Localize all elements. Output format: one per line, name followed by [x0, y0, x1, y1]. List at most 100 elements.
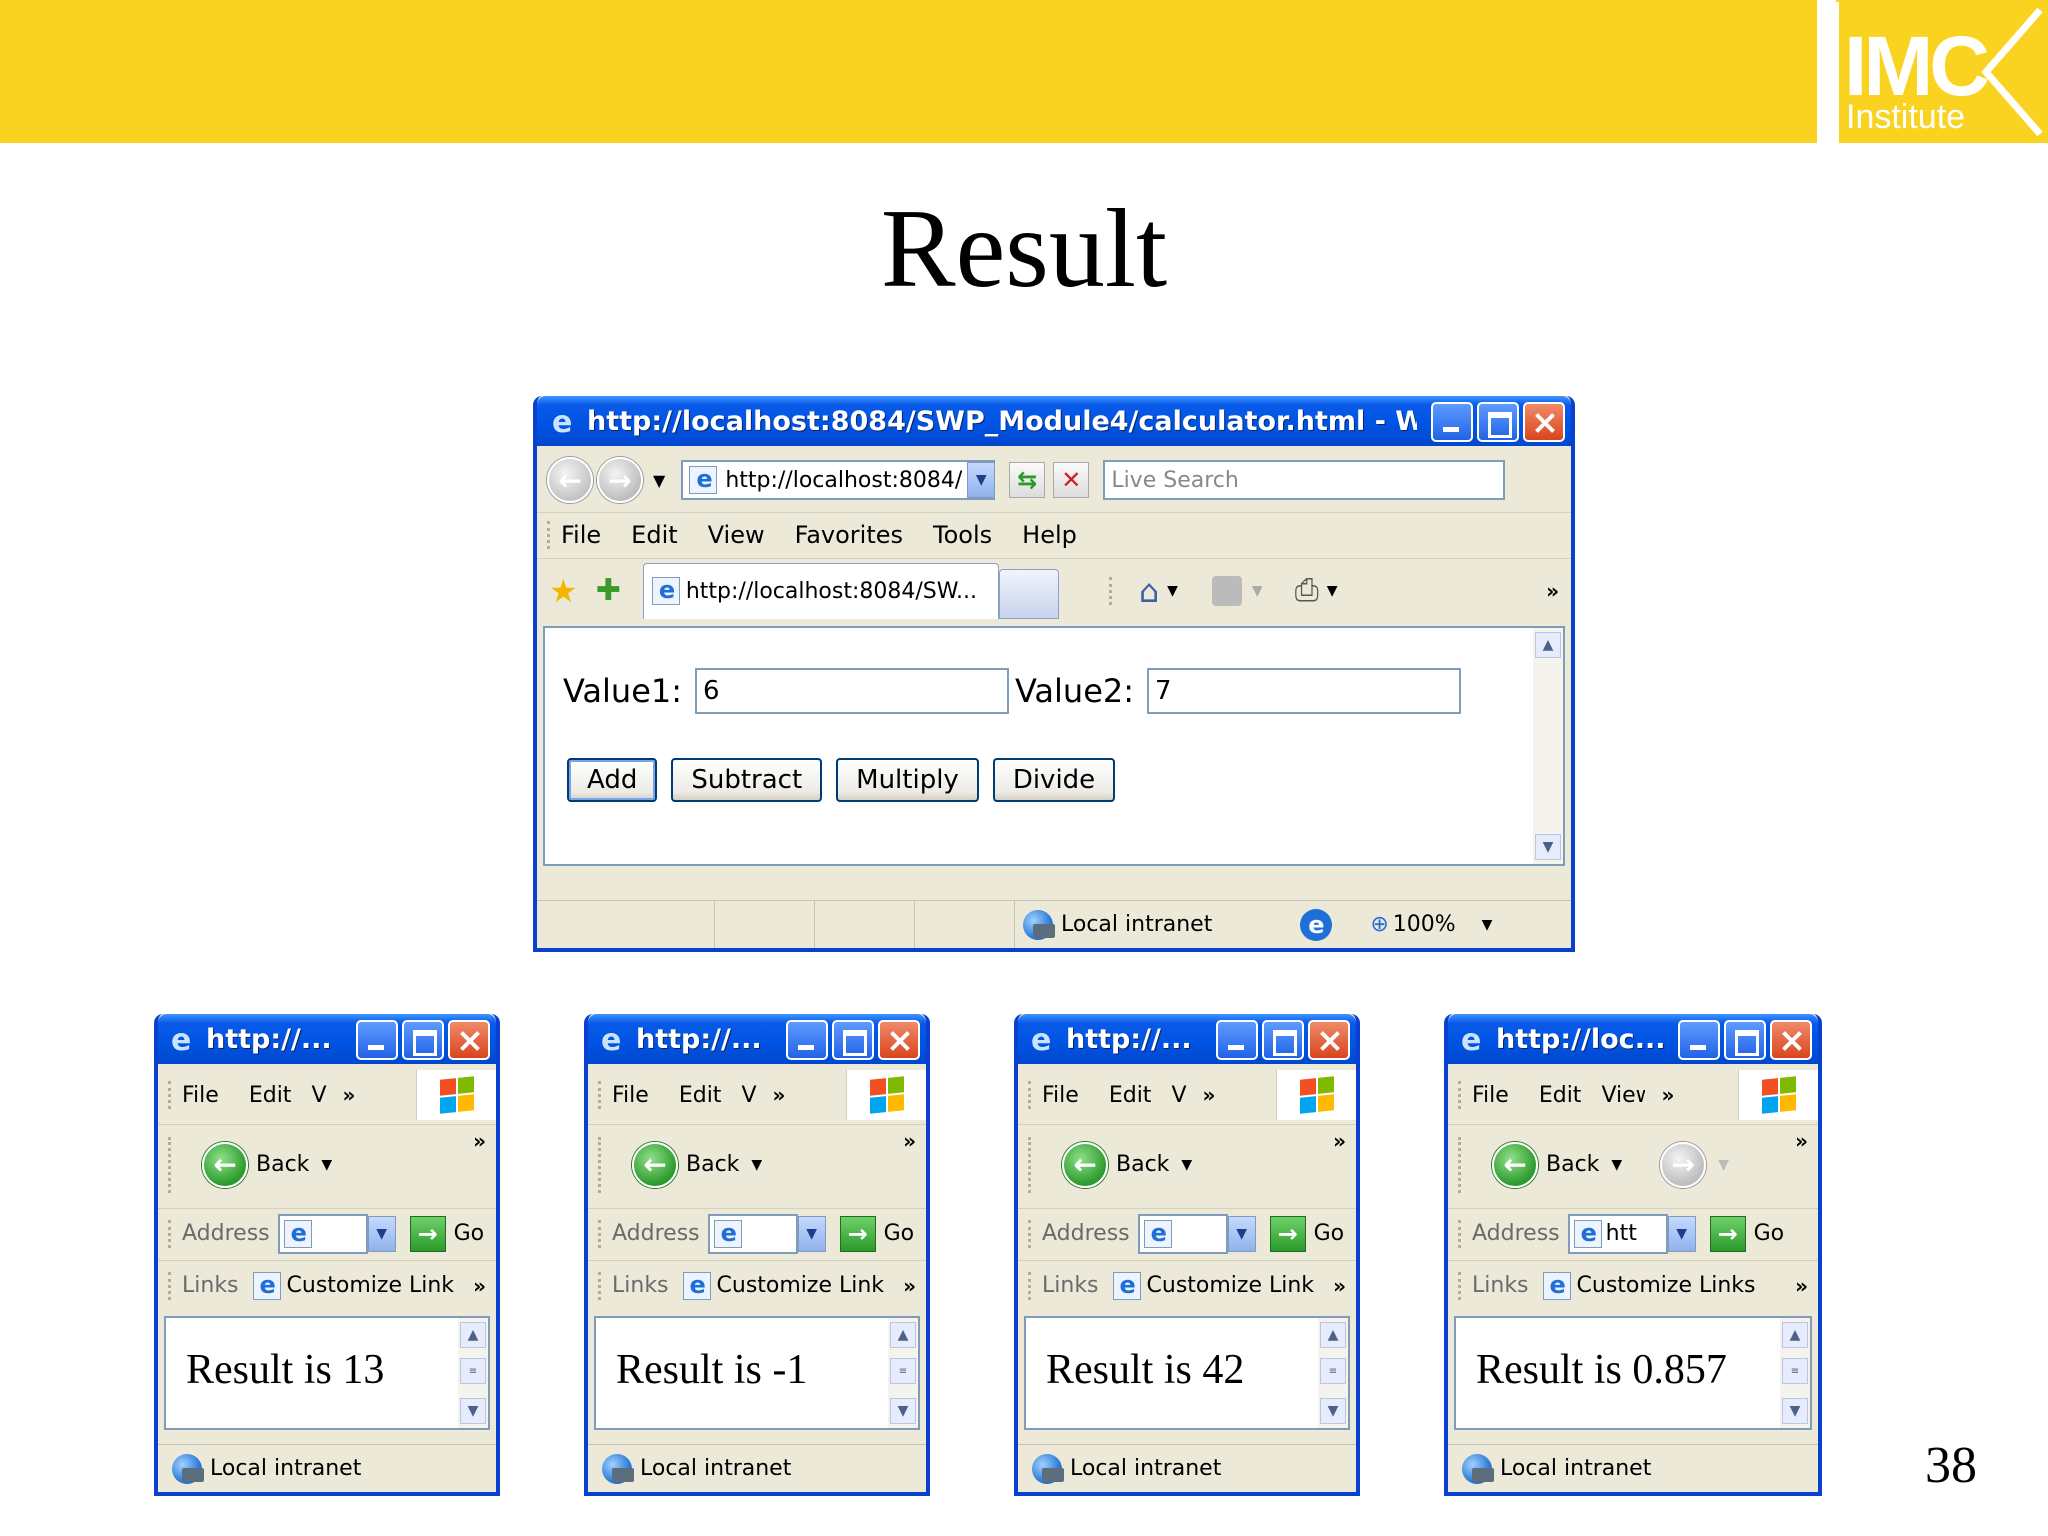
menu-file[interactable]: File — [561, 521, 601, 549]
customize-links[interactable]: Customize Links — [1577, 1273, 1756, 1298]
back-arrow-icon[interactable]: ← — [1492, 1141, 1538, 1188]
add-button[interactable]: Add — [567, 758, 658, 802]
toolbar-overflow-icon[interactable]: » — [1546, 579, 1559, 603]
divide-button[interactable]: Divide — [992, 758, 1116, 802]
menu-view[interactable]: V — [741, 1083, 756, 1108]
home-dropdown-icon[interactable]: ▼ — [1167, 583, 1178, 599]
menu-edit[interactable]: Edit — [1539, 1083, 1582, 1108]
scroll-up-icon[interactable]: ▲ — [1535, 632, 1561, 658]
multiply-button[interactable]: Multiply — [836, 758, 979, 802]
scroll-thumb[interactable]: ≡ — [460, 1358, 486, 1384]
menu-file[interactable]: File — [1042, 1083, 1079, 1108]
maximize-button[interactable] — [1724, 1020, 1766, 1060]
address-field[interactable] — [1137, 1213, 1228, 1254]
go-arrow-icon[interactable]: → — [1709, 1215, 1746, 1252]
menu-help[interactable]: Help — [1022, 521, 1077, 549]
customize-links[interactable]: Customize Link — [1147, 1273, 1315, 1298]
close-button[interactable] — [878, 1020, 920, 1060]
print-icon[interactable]: ⎙ — [1295, 573, 1319, 608]
scroll-down-icon[interactable]: ▼ — [1320, 1398, 1346, 1424]
address-field[interactable] — [277, 1213, 368, 1254]
value2-input[interactable]: 7 — [1147, 668, 1461, 714]
menu-edit[interactable]: Edit — [631, 521, 677, 549]
stop-icon[interactable]: ✕ — [1053, 462, 1090, 498]
scroll-up-icon[interactable]: ▲ — [890, 1322, 916, 1348]
close-button[interactable] — [1770, 1020, 1812, 1060]
close-button[interactable] — [1523, 402, 1565, 442]
favorites-star-icon[interactable]: ★ — [549, 572, 578, 610]
tab-calculator[interactable]: http://localhost:8084/SW... — [642, 562, 999, 619]
window-titlebar[interactable]: e http://... — [158, 1014, 496, 1064]
address-field[interactable] — [707, 1213, 798, 1254]
menu-view[interactable]: View — [1601, 1083, 1645, 1108]
back-label[interactable]: Back — [256, 1152, 309, 1177]
links-overflow-icon[interactable]: » — [903, 1274, 916, 1298]
close-button[interactable] — [1308, 1020, 1350, 1060]
maximize-button[interactable] — [1477, 402, 1519, 442]
customize-links[interactable]: Customize Link — [717, 1273, 885, 1298]
vertical-scrollbar[interactable]: ▲ ▼ — [1533, 628, 1563, 864]
back-dropdown-icon[interactable]: ▼ — [1611, 1157, 1622, 1173]
nav-overflow-icon[interactable]: » — [903, 1129, 916, 1153]
close-button[interactable] — [448, 1020, 490, 1060]
refresh-icon[interactable]: ⇆ — [1009, 462, 1046, 498]
scroll-thumb[interactable]: ≡ — [1320, 1358, 1346, 1384]
window-titlebar[interactable]: e http://localhost:8084/SWP_Module4/calc… — [537, 396, 1571, 446]
menu-view[interactable]: V — [311, 1083, 326, 1108]
go-button[interactable]: Go — [1754, 1221, 1785, 1246]
menu-favorites[interactable]: Favorites — [795, 521, 903, 549]
feeds-icon[interactable] — [1211, 575, 1242, 606]
menu-overflow-icon[interactable]: » — [773, 1083, 786, 1107]
nav-overflow-icon[interactable]: » — [1795, 1129, 1808, 1153]
go-button[interactable]: Go — [1314, 1221, 1345, 1246]
feeds-dropdown-icon[interactable]: ▼ — [1252, 583, 1263, 599]
address-dropdown-icon[interactable]: ▼ — [967, 462, 996, 498]
back-label[interactable]: Back — [686, 1152, 739, 1177]
zoom-dropdown-icon[interactable]: ▼ — [1482, 917, 1493, 933]
back-arrow-icon[interactable]: ← — [1062, 1141, 1108, 1188]
window-titlebar[interactable]: e http://... — [588, 1014, 926, 1064]
zoom-icon[interactable]: ⊕ — [1370, 912, 1388, 937]
address-field[interactable]: http://localhost:8084/ — [681, 460, 996, 500]
scroll-up-icon[interactable]: ▲ — [460, 1322, 486, 1348]
history-dropdown-icon[interactable]: ▼ — [653, 471, 665, 490]
window-titlebar[interactable]: e http://... — [1018, 1014, 1356, 1064]
vertical-scrollbar[interactable]: ▲ ≡ ▼ — [1318, 1318, 1348, 1428]
zoom-level[interactable]: 100% — [1393, 912, 1456, 937]
menu-overflow-icon[interactable]: » — [343, 1083, 356, 1107]
maximize-button[interactable] — [402, 1020, 444, 1060]
go-button[interactable]: Go — [884, 1221, 915, 1246]
forward-arrow-icon[interactable]: → — [597, 457, 643, 503]
back-dropdown-icon[interactable]: ▼ — [321, 1157, 332, 1173]
vertical-scrollbar[interactable]: ▲ ≡ ▼ — [1780, 1318, 1810, 1428]
home-icon[interactable]: ⌂ — [1139, 572, 1159, 610]
forward-arrow-icon[interactable]: → — [1660, 1141, 1707, 1188]
scroll-down-icon[interactable]: ▼ — [1782, 1398, 1808, 1424]
menu-view[interactable]: V — [1171, 1083, 1186, 1108]
menu-overflow-icon[interactable]: » — [1661, 1083, 1674, 1107]
back-label[interactable]: Back — [1116, 1152, 1169, 1177]
scroll-down-icon[interactable]: ▼ — [890, 1398, 916, 1424]
scroll-up-icon[interactable]: ▲ — [1320, 1322, 1346, 1348]
menu-view[interactable]: View — [708, 521, 765, 549]
scroll-up-icon[interactable]: ▲ — [1782, 1322, 1808, 1348]
menu-overflow-icon[interactable]: » — [1203, 1083, 1216, 1107]
links-overflow-icon[interactable]: » — [1795, 1274, 1808, 1298]
add-favorite-icon[interactable]: ✚ — [596, 573, 621, 608]
back-arrow-icon[interactable]: ← — [547, 457, 593, 503]
menu-edit[interactable]: Edit — [249, 1083, 292, 1108]
go-arrow-icon[interactable]: → — [409, 1215, 446, 1252]
back-dropdown-icon[interactable]: ▼ — [1181, 1157, 1192, 1173]
live-search-input[interactable]: Live Search — [1103, 460, 1506, 500]
address-field[interactable]: htt — [1567, 1213, 1668, 1254]
menu-edit[interactable]: Edit — [679, 1083, 722, 1108]
print-dropdown-icon[interactable]: ▼ — [1327, 583, 1338, 599]
minimize-button[interactable] — [1678, 1020, 1720, 1060]
maximize-button[interactable] — [1262, 1020, 1304, 1060]
scroll-thumb[interactable]: ≡ — [890, 1358, 916, 1384]
minimize-button[interactable] — [1216, 1020, 1258, 1060]
scroll-down-icon[interactable]: ▼ — [460, 1398, 486, 1424]
menu-file[interactable]: File — [182, 1083, 219, 1108]
minimize-button[interactable] — [786, 1020, 828, 1060]
links-overflow-icon[interactable]: » — [1333, 1274, 1346, 1298]
